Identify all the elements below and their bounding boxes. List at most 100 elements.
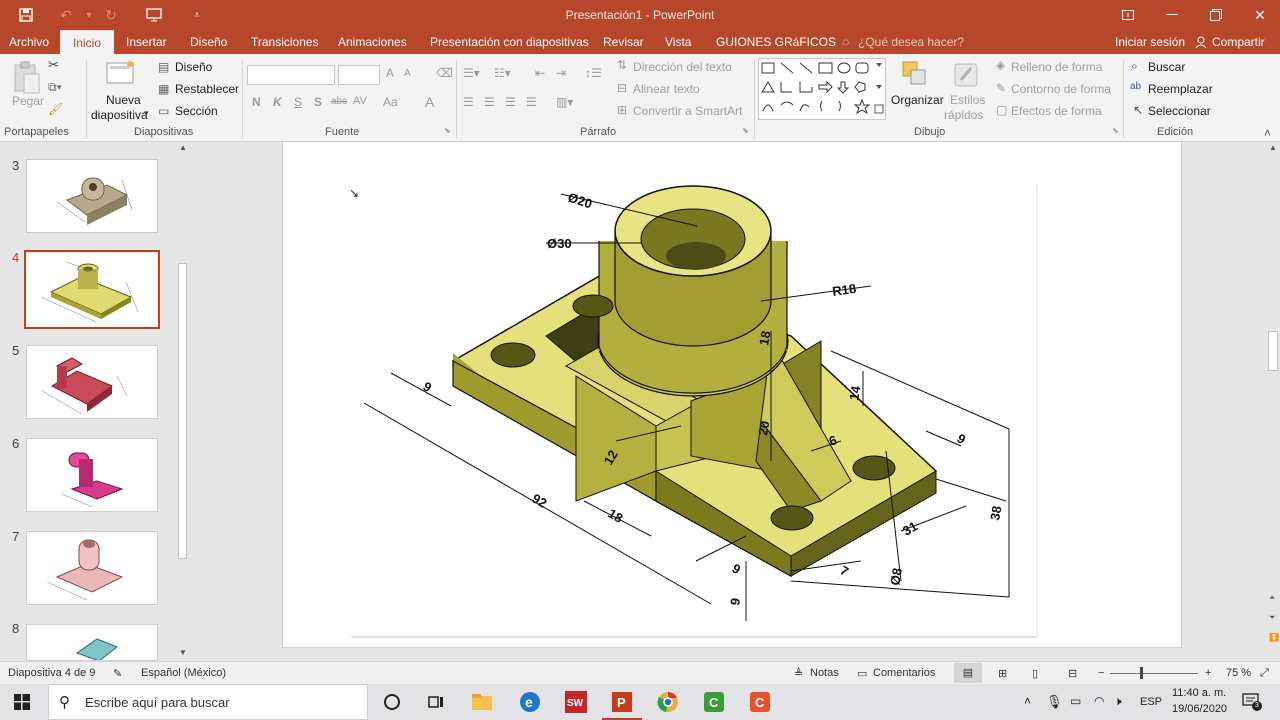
select-icon[interactable]: ↖ bbox=[1133, 103, 1143, 117]
tab-transiciones[interactable]: Transiciones bbox=[251, 30, 319, 54]
paste-icon[interactable] bbox=[12, 60, 42, 96]
dialog-launcher-icon[interactable]: ⬊ bbox=[444, 126, 451, 135]
tab-animaciones[interactable]: Animaciones bbox=[338, 30, 407, 54]
panel-scrollbar[interactable]: ▲ ▼ bbox=[176, 143, 190, 661]
scroll-up-icon[interactable]: ⏶ bbox=[1269, 593, 1275, 603]
text-direction-button[interactable]: Dirección del texto bbox=[633, 60, 732, 74]
slide-thumbnail-4[interactable] bbox=[24, 250, 160, 329]
edge-icon[interactable]: e bbox=[516, 688, 544, 716]
clock-time[interactable]: 11:40 a. m. bbox=[1172, 687, 1226, 699]
align-left-icon[interactable]: ☰ bbox=[463, 95, 474, 109]
scroll-up-icon[interactable]: ▲ bbox=[1269, 143, 1277, 152]
microphone-icon[interactable]: 🎙 bbox=[1046, 694, 1063, 710]
align-text-icon[interactable]: ⊟ bbox=[617, 81, 627, 95]
powerpoint-icon[interactable]: P bbox=[602, 688, 642, 720]
next-slide-icon[interactable]: ⏬ bbox=[1269, 633, 1279, 642]
input-language[interactable]: ESP bbox=[1140, 696, 1162, 708]
taskbar-search-box[interactable]: ⚲ Escribe aquí para buscar bbox=[48, 684, 368, 720]
align-right-icon[interactable]: ☰ bbox=[505, 95, 516, 109]
scroll-up-icon[interactable]: ▲ bbox=[179, 143, 187, 152]
cut-icon[interactable]: ✂ bbox=[48, 57, 59, 73]
battery-icon[interactable]: ▭ bbox=[1070, 694, 1081, 708]
fit-slide-icon[interactable]: ⤢ bbox=[1260, 667, 1269, 680]
layout-icon[interactable]: ▤ bbox=[158, 60, 169, 74]
slideshow-icon[interactable]: ⊟ bbox=[1068, 667, 1077, 680]
close-icon[interactable]: ✕ bbox=[1238, 0, 1280, 30]
comments-icon[interactable]: ▭ bbox=[857, 667, 867, 680]
zoom-slider[interactable] bbox=[1110, 673, 1198, 674]
shapes-gallery[interactable] bbox=[758, 58, 886, 120]
shrink-font-icon[interactable]: A bbox=[404, 68, 411, 79]
shape-fill-icon[interactable]: ◈ bbox=[996, 58, 1005, 72]
windows-start-icon[interactable] bbox=[14, 694, 30, 713]
strikethrough-button[interactable]: abc bbox=[331, 96, 347, 107]
slide-canvas[interactable]: Ø20 Ø30 R18 9 18 14 20 6 9 92 12 18 38 3… bbox=[282, 141, 1182, 648]
paste-button[interactable]: Pegar bbox=[12, 94, 44, 108]
zoom-slider-thumb[interactable] bbox=[1140, 667, 1143, 679]
shadow-button[interactable]: S bbox=[314, 95, 322, 109]
tab-archivo[interactable]: Archivo bbox=[9, 30, 49, 54]
shape-effects-icon[interactable]: ▢ bbox=[996, 103, 1007, 117]
justify-icon[interactable]: ☰ bbox=[526, 95, 537, 109]
increase-indent-icon[interactable]: ⇥ bbox=[556, 66, 566, 80]
new-slide-label2[interactable]: diapositiva bbox=[91, 108, 148, 122]
bold-button[interactable]: N bbox=[252, 95, 261, 109]
layout-button[interactable]: Diseño bbox=[175, 60, 212, 74]
share-button[interactable]: Compartir bbox=[1212, 30, 1265, 54]
new-slide-icon[interactable] bbox=[106, 60, 136, 86]
bullets-icon[interactable]: ☰▾ bbox=[463, 66, 480, 80]
isometric-part-drawing[interactable]: Ø20 Ø30 R18 9 18 14 20 6 9 92 12 18 38 3… bbox=[283, 142, 1183, 649]
font-size-input[interactable] bbox=[338, 65, 380, 85]
tab-insertar[interactable]: Insertar bbox=[126, 30, 167, 54]
notifications-icon[interactable]: 3 bbox=[1242, 692, 1262, 713]
chevron-up-icon[interactable]: ˄ bbox=[1024, 694, 1031, 708]
tab-vista[interactable]: Vista bbox=[665, 30, 691, 54]
shape-effects-button[interactable]: Efectos de forma bbox=[1011, 104, 1102, 118]
zoom-in-icon[interactable]: + bbox=[1205, 667, 1211, 679]
tab-inicio[interactable]: Inicio bbox=[60, 30, 115, 54]
scroll-thumb[interactable] bbox=[178, 263, 187, 559]
quick-styles-label1[interactable]: Estilos bbox=[950, 93, 985, 107]
reading-view-icon[interactable]: ▯ bbox=[1032, 667, 1038, 680]
chrome-icon[interactable] bbox=[654, 688, 682, 716]
zoom-level[interactable]: 75 % bbox=[1226, 667, 1251, 679]
text-direction-icon[interactable]: ⇅ bbox=[617, 58, 627, 72]
find-button[interactable]: Buscar bbox=[1148, 60, 1185, 74]
scroll-down-icon[interactable]: ▼ bbox=[179, 648, 187, 657]
tab-presentacion[interactable]: Presentación con diapositivas bbox=[430, 30, 589, 54]
arrange-icon[interactable] bbox=[901, 60, 931, 90]
chevron-down-icon[interactable]: ▾ bbox=[144, 108, 149, 119]
camtasia-green-icon[interactable]: C bbox=[700, 688, 728, 716]
align-text-button[interactable]: Alinear texto bbox=[633, 82, 700, 96]
volume-muted-icon[interactable]: 🕨 bbox=[1114, 694, 1122, 709]
reset-icon[interactable]: ▦ bbox=[158, 82, 169, 96]
notes-button[interactable]: Notas bbox=[810, 667, 839, 679]
scroll-down-icon[interactable]: ⏷ bbox=[1269, 613, 1275, 623]
normal-view-icon[interactable]: ▤ bbox=[954, 663, 982, 683]
char-spacing-button[interactable]: AV bbox=[353, 95, 367, 107]
new-slide-label1[interactable]: Nueva bbox=[106, 93, 141, 107]
tab-revisar[interactable]: Revisar bbox=[603, 30, 644, 54]
dialog-launcher-icon[interactable]: ⬊ bbox=[1112, 126, 1119, 135]
italic-button[interactable]: K bbox=[273, 95, 282, 109]
copy-icon[interactable]: ⧉▾ bbox=[48, 80, 62, 95]
slide-thumbnail-6[interactable] bbox=[26, 438, 158, 512]
replace-button[interactable]: Reemplazar bbox=[1148, 82, 1213, 96]
quick-styles-label2[interactable]: rápidos bbox=[944, 108, 983, 122]
ribbon-display-options-icon[interactable] bbox=[1106, 0, 1150, 30]
font-name-input[interactable] bbox=[247, 65, 335, 85]
reset-button[interactable]: Restablecer bbox=[175, 82, 239, 96]
underline-button[interactable]: S bbox=[294, 95, 302, 109]
tell-me-search[interactable]: ¿Qué desea hacer? bbox=[858, 30, 964, 54]
clear-format-icon[interactable]: ⌫ bbox=[436, 66, 453, 80]
line-spacing-icon[interactable]: ↕☰ bbox=[585, 66, 602, 80]
restore-icon[interactable] bbox=[1194, 0, 1238, 30]
dialog-launcher-icon[interactable]: ⬊ bbox=[742, 126, 749, 135]
camtasia-orange-icon[interactable]: C bbox=[746, 688, 774, 716]
minimize-icon[interactable] bbox=[1150, 0, 1194, 30]
solidworks-icon[interactable]: SW bbox=[562, 688, 590, 716]
shape-outline-icon[interactable]: ✎ bbox=[996, 81, 1006, 95]
decrease-indent-icon[interactable]: ⇤ bbox=[535, 66, 545, 80]
collapse-ribbon-icon[interactable]: ˄ bbox=[1264, 126, 1271, 140]
scroll-thumb[interactable] bbox=[1268, 331, 1278, 371]
